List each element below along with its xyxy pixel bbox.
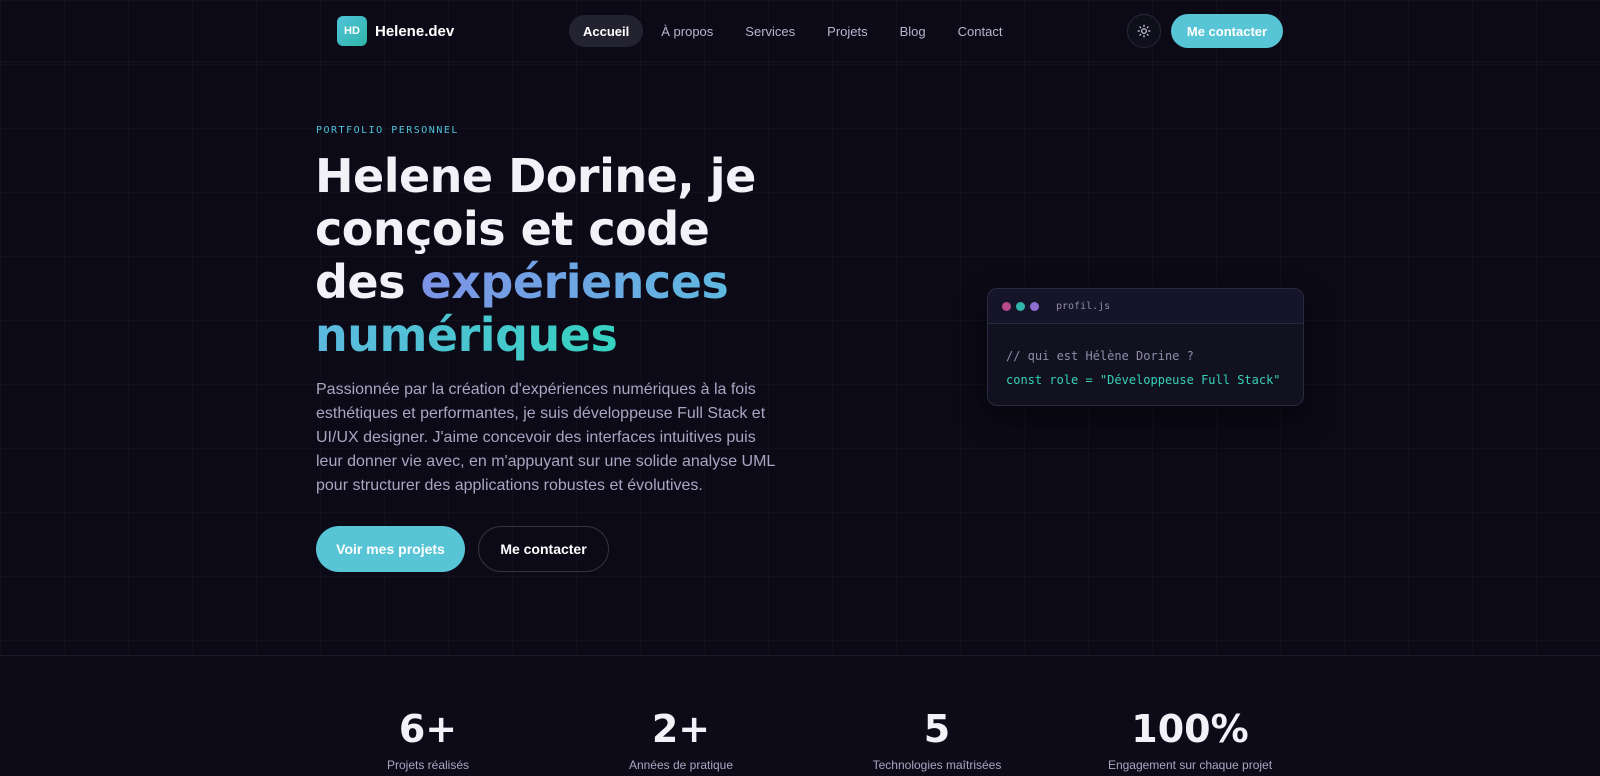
stat-label: Années de pratique [628,758,734,772]
nav-links: Accueil À propos Services Projets Blog C… [569,15,1016,47]
code-card-header: profil.js [988,289,1303,324]
window-dot-pink [1002,301,1011,311]
hero-description: Passionnée par la création d'expériences… [316,381,775,494]
view-projects-button[interactable]: Voir mes projets [316,526,465,572]
nav-link-contact[interactable]: Contact [944,15,1017,47]
window-dot-purple [1030,301,1039,311]
nav-link-a-propos[interactable]: À propos [647,15,727,47]
hero-contact-button[interactable]: Me contacter [478,526,609,572]
nav-link-projets[interactable]: Projets [813,15,881,47]
window-dot-teal [1016,301,1025,311]
background-grid [0,0,1600,655]
stat-value: 5 [923,707,951,751]
nav-link-services[interactable]: Services [731,15,809,47]
stat-label: Engagement sur chaque projet [1107,758,1273,772]
stat-label: Technologies maîtrisées [872,758,1002,772]
code-statement: const role = "Développeuse Full Stack" [1006,373,1281,387]
stat-technologies: 5 Technologies maîtrisées [827,708,1047,772]
theme-toggle-button[interactable] [1127,14,1161,48]
code-filename: profil.js [1056,300,1111,312]
stat-value: 2+ [651,707,711,751]
code-comment: // qui est Hélène Dorine ? [1006,349,1194,363]
code-card: profil.js // qui est Hélène Dorine ? con… [987,288,1304,406]
stats-section: 6+ Projets réalisés 2+ Années de pratiqu… [0,655,1600,776]
stat-projects: 6+ Projets réalisés [318,708,538,772]
stat-label: Projets réalisés [386,758,470,772]
hero-eyebrow: PORTFOLIO PERSONNEL [316,125,459,136]
stat-engagement: 100% Engagement sur chaque projet [1080,708,1300,772]
nav-link-accueil[interactable]: Accueil [569,15,644,47]
sun-icon [1137,24,1151,38]
brand-logo[interactable]: HD Helene.dev [337,16,454,46]
brand-name: Helene.dev [375,22,455,40]
stat-value: 6+ [398,707,458,751]
stat-years: 2+ Années de pratique [571,708,791,772]
nav-contact-button[interactable]: Me contacter [1171,14,1283,48]
stat-value: 100% [1131,707,1249,751]
hero-title: Helene Dorine, je conçois et code des ex… [315,150,795,362]
code-body: // qui est Hélène Dorine ? const role = … [988,324,1303,392]
top-navigation: HD Helene.dev Accueil À propos Services … [0,0,1600,62]
brand-badge: HD [337,16,367,46]
nav-link-blog[interactable]: Blog [886,15,940,47]
